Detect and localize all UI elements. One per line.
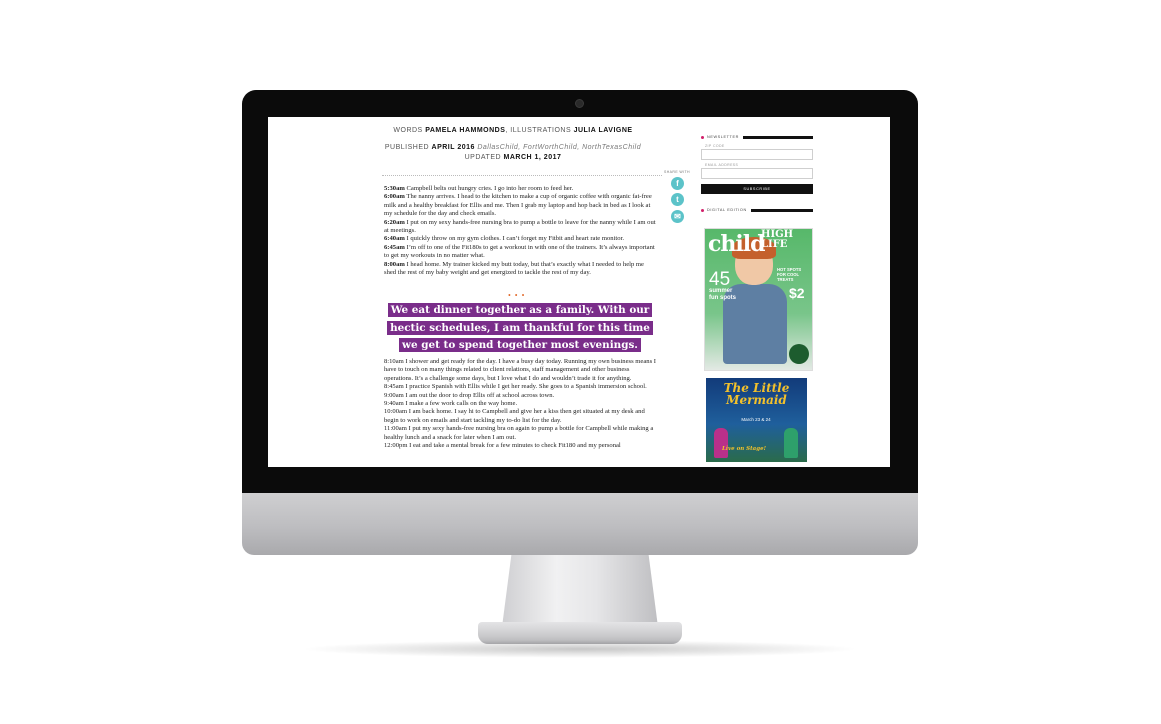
camera-icon xyxy=(575,99,584,108)
schedule-text: I quickly throw on my gym clothes. I can… xyxy=(404,235,625,243)
email-label: EMAIL ADDRESS xyxy=(705,163,739,167)
cover-logo: child xyxy=(708,231,765,257)
schedule-entry: 6:40am I quickly throw on my gym clothes… xyxy=(384,235,656,243)
cover-badge xyxy=(789,344,809,364)
schedule-text: Campbell belts out hungry cries. I go in… xyxy=(404,185,574,192)
schedule-time: 8:00am xyxy=(384,260,405,268)
schedule-entry: 6:20am I put on my sexy hands-free nursi… xyxy=(384,219,656,236)
byline-updated: UPDATED MARCH 1, 2017 xyxy=(368,154,658,161)
schedule-entry: 6:00am The nanny arrives. I head to the … xyxy=(384,193,656,218)
monitor-chin xyxy=(242,493,918,555)
schedule-entry: 9:00am I am out the door to drop Ellis o… xyxy=(384,391,555,399)
schedule-entry: 6:45am I’m off to one of the Fit180s to … xyxy=(384,244,656,261)
share-label: SHARE WITH xyxy=(664,170,690,174)
digital-edition-heading: DIGITAL EDITION xyxy=(701,208,813,212)
little-mermaid-ad[interactable]: The Little Mermaid March 23 & 24 Live on… xyxy=(706,378,807,462)
schedule-entry: 9:40am I make a few work calls on the wa… xyxy=(384,400,518,408)
pull-quote-text: We eat dinner together as a family. With… xyxy=(387,303,653,352)
schedule-entry: 11:00am I put my sexy hands-free nursing… xyxy=(384,425,654,441)
author-name[interactable]: PAMELA HAMMONDS xyxy=(425,127,505,134)
heading-bar xyxy=(750,208,813,212)
pull-quote: We eat dinner together as a family. With… xyxy=(382,301,658,354)
monitor-stand xyxy=(502,555,658,627)
ad-dates: March 23 & 24 xyxy=(741,417,771,422)
schedule-text: I’m off to one of the Fit180s to get a w… xyxy=(384,243,655,260)
cover-hot-spots: HOT SPOTS FOR COOL TREATS xyxy=(777,267,802,282)
schedule-time: 6:45am xyxy=(384,243,405,251)
zip-label: ZIP CODE xyxy=(705,144,725,148)
twitter-icon[interactable]: t xyxy=(671,193,684,206)
ad-tagline: Live on Stage! xyxy=(722,446,766,452)
newsletter-heading-text: NEWSLETTER xyxy=(707,135,739,139)
schedule-time: 6:20am xyxy=(384,218,405,226)
heading-dot xyxy=(701,135,704,139)
article: WORDS PAMELA HAMMONDS, ILLUSTRATIONS JUL… xyxy=(368,117,662,467)
updated-date: MARCH 1, 2017 xyxy=(503,154,562,161)
published-label: PUBLISHED xyxy=(384,144,430,151)
digital-edition-heading-text: DIGITAL EDITION xyxy=(707,208,747,212)
facebook-icon[interactable]: f xyxy=(671,177,684,190)
divider xyxy=(382,175,662,176)
schedule-text: I head home. My trainer kicked my butt t… xyxy=(384,260,644,277)
zip-code-input[interactable] xyxy=(701,149,813,160)
schedule-morning: 5:30am Campbell belts out hungry cries. … xyxy=(384,185,656,277)
subscribe-button[interactable]: SUBSCRIBE xyxy=(701,184,813,194)
cover-headline: HIGH LIFE xyxy=(761,229,794,250)
cover-spots: summer fun spots xyxy=(709,288,736,301)
updated-label: UPDATED xyxy=(464,154,502,161)
heading-bar xyxy=(742,135,813,139)
screen: WORDS PAMELA HAMMONDS, ILLUSTRATIONS JUL… xyxy=(268,117,890,467)
schedule-entry: 5:30am Campbell belts out hungry cries. … xyxy=(384,185,656,193)
schedule-time: 6:40am xyxy=(384,235,405,243)
schedule-entry: 8:10am I shower and get ready for the da… xyxy=(384,358,656,382)
published-date: APRIL 2016 xyxy=(431,144,475,151)
monitor-shadow xyxy=(300,640,860,658)
email-field[interactable] xyxy=(701,168,813,179)
email-icon[interactable]: ✉ xyxy=(671,210,684,223)
cover-price: $2 xyxy=(789,285,805,301)
illustrations-label: , ILLUSTRATIONS xyxy=(505,127,572,134)
schedule-time: 6:00am xyxy=(384,193,405,201)
schedule-text: The nanny arrives. I head to the kitchen… xyxy=(384,193,652,218)
byline-published: PUBLISHED APRIL 2016 DallasChild, FortWo… xyxy=(368,144,658,151)
section-separator: • • • xyxy=(508,291,526,300)
schedule-entry: 8:45am I practice Spanish with Ellis whi… xyxy=(384,383,647,391)
schedule-entry: 12:00pm I eat and take a mental break fo… xyxy=(384,442,621,450)
schedule-entry: 10:00am I am back home. I say hi to Camp… xyxy=(384,408,645,424)
publications[interactable]: DallasChild, FortWorthChild, NorthTexasC… xyxy=(477,144,641,151)
newsletter-heading: NEWSLETTER xyxy=(701,135,813,139)
digital-edition-cover[interactable]: child HIGH LIFE 45 summer fun spots HOT … xyxy=(704,228,813,371)
byline-credits: WORDS PAMELA HAMMONDS, ILLUSTRATIONS JUL… xyxy=(368,127,658,134)
ad-figure-left xyxy=(714,428,728,458)
schedule-later: 8:10am I shower and get ready for the da… xyxy=(384,358,656,450)
illustrator-name[interactable]: JULIA LAVIGNE xyxy=(574,127,633,134)
heading-dot xyxy=(701,208,704,212)
schedule-time: 5:30am xyxy=(384,185,405,192)
schedule-text: I put on my sexy hands-free nursing bra … xyxy=(384,218,656,235)
schedule-entry: 8:00am I head home. My trainer kicked my… xyxy=(384,261,656,278)
words-label: WORDS xyxy=(393,127,423,134)
ad-figure-right xyxy=(784,428,798,458)
ad-title: The Little Mermaid xyxy=(723,381,790,407)
